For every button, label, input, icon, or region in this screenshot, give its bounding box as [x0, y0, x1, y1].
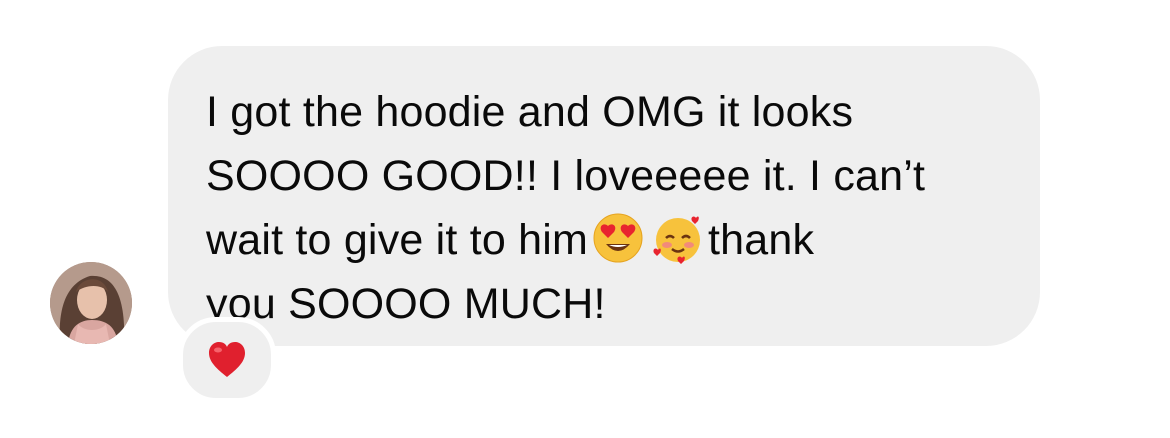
red-heart-icon: [209, 342, 245, 377]
message-text-segment: wait to give it to him: [206, 216, 588, 264]
message-line: I got the hoodie and OMG it looks: [206, 88, 854, 136]
heart-eyes-emoji: [592, 212, 644, 264]
message-line: wait to give it to him thank: [206, 208, 1010, 272]
message-bubble[interactable]: I got the hoodie and OMG it looks SOOOO …: [168, 46, 1040, 346]
heart-reaction[interactable]: [178, 317, 276, 403]
message-line: SOOOO GOOD!! I loveeeee it. I can’t: [206, 152, 926, 200]
sender-avatar[interactable]: [50, 262, 132, 344]
message-text: I got the hoodie and OMG it looks SOOOO …: [206, 80, 1010, 336]
message-text-segment: thank: [708, 216, 815, 264]
message-line: you SOOOO MUCH!: [206, 280, 606, 328]
smiling-face-with-hearts-emoji: [652, 212, 704, 264]
